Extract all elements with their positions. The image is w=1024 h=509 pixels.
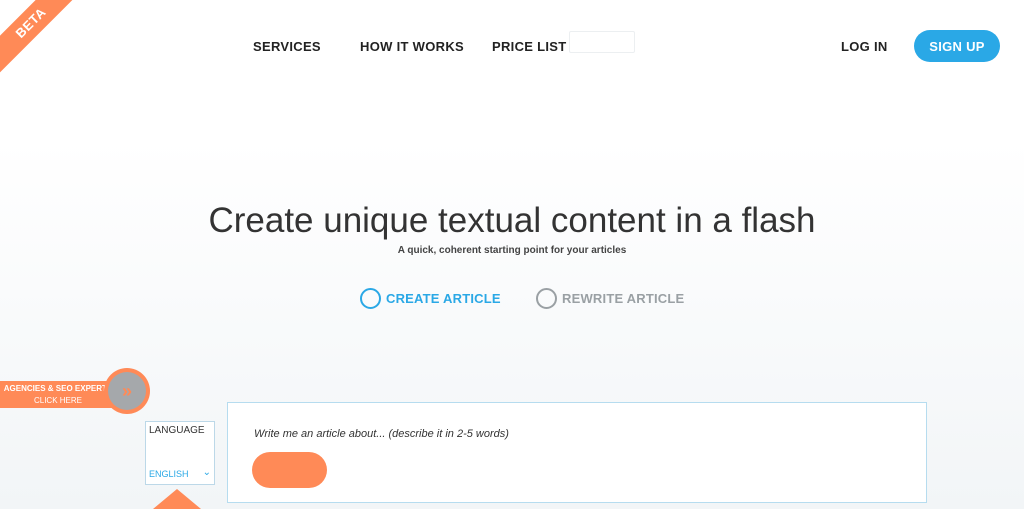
agencies-banner-cta: CLICK HERE [33, 396, 82, 405]
agencies-banner[interactable]: AGENCIES & SEO EXPERTS CLICK HERE [0, 381, 116, 408]
language-pointer-decoration [153, 489, 201, 509]
chevron-down-icon: ⌄ [202, 467, 211, 478]
language-select[interactable]: LANGUAGE ENGLISH ⌄ [145, 421, 215, 485]
article-topic-input[interactable] [252, 427, 896, 441]
nav-price-list[interactable]: PRICE LIST [492, 39, 567, 54]
signup-button[interactable]: SIGN UP [914, 30, 1000, 62]
agencies-banner-button[interactable]: » [104, 368, 150, 414]
beta-badge: BETA [0, 0, 87, 79]
page-subtitle: A quick, coherent starting point for you… [397, 245, 627, 256]
nav-how-it-works[interactable]: HOW IT WORKS [360, 39, 464, 54]
page-title: Create unique textual content in a flash [208, 201, 816, 240]
radio-button-create[interactable] [360, 288, 381, 309]
faint-nav-placeholder [569, 31, 635, 53]
radio-button-rewrite[interactable] [536, 288, 557, 309]
article-form-card [227, 402, 927, 503]
create-article-option[interactable]: CREATE ARTICLE [360, 288, 501, 309]
nav-services[interactable]: SERVICES [253, 39, 321, 54]
agencies-banner-title: AGENCIES & SEO EXPERTS [3, 384, 113, 393]
create-article-label: CREATE ARTICLE [386, 291, 501, 306]
language-label: LANGUAGE [149, 425, 205, 436]
double-chevron-right-icon: » [108, 372, 146, 410]
generate-article-button[interactable] [252, 452, 327, 488]
rewrite-article-option[interactable]: REWRITE ARTICLE [536, 288, 684, 309]
login-link[interactable]: LOG IN [841, 39, 888, 54]
rewrite-article-label: REWRITE ARTICLE [562, 291, 685, 306]
language-value: ENGLISH [149, 469, 189, 479]
